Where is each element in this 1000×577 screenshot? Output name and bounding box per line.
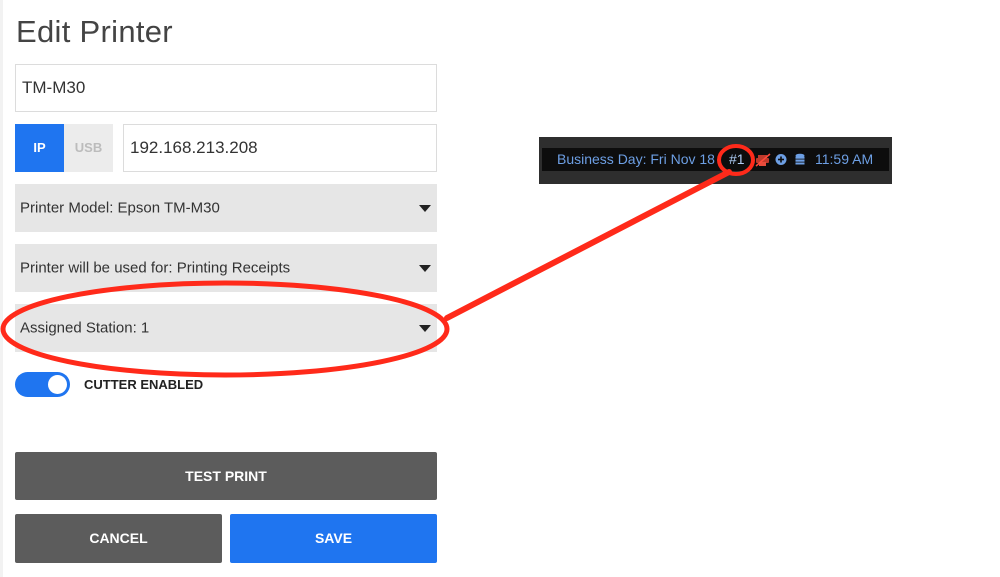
connection-ip-toggle[interactable]: IP	[15, 124, 64, 172]
chevron-down-icon	[419, 325, 431, 332]
status-bar: Business Day: Fri Nov 18 #1 11:59 AM	[539, 137, 892, 184]
assigned-station-label: Assigned Station: 1	[20, 319, 150, 337]
ip-address-value: 192.168.213.208	[130, 138, 258, 157]
assigned-station-select[interactable]: Assigned Station: 1	[15, 304, 437, 352]
station-number[interactable]: #1	[729, 148, 745, 171]
toggle-knob	[48, 375, 67, 394]
annotation-connector-line	[444, 169, 732, 321]
cutter-label: CUTTER ENABLED	[84, 377, 204, 392]
save-button[interactable]: SAVE	[230, 514, 437, 563]
edit-printer-panel: Edit Printer TM-M30 IP USB 192.168.213.2…	[0, 0, 452, 577]
test-print-button[interactable]: TEST PRINT	[15, 452, 437, 500]
business-day-text: Business Day: Fri Nov 18	[557, 151, 715, 167]
connection-usb-toggle[interactable]: USB	[64, 124, 113, 172]
cutter-toggle[interactable]	[15, 372, 70, 397]
ip-address-input[interactable]: 192.168.213.208	[123, 124, 437, 172]
printer-error-icon[interactable]	[755, 148, 771, 171]
panel-edge	[0, 0, 3, 577]
add-circle-icon[interactable]	[774, 148, 788, 171]
printer-name-input[interactable]: TM-M30	[15, 64, 437, 112]
status-bar-inner: Business Day: Fri Nov 18 #1 11:59 AM	[542, 148, 889, 171]
cancel-button[interactable]: CANCEL	[15, 514, 222, 563]
chevron-down-icon	[419, 265, 431, 272]
database-icon[interactable]	[794, 148, 806, 171]
page-title: Edit Printer	[16, 14, 173, 49]
printer-model-select[interactable]: Printer Model: Epson TM-M30	[15, 184, 437, 232]
printer-model-label: Printer Model: Epson TM-M30	[20, 199, 220, 217]
printer-usage-select[interactable]: Printer will be used for: Printing Recei…	[15, 244, 437, 292]
printer-usage-label: Printer will be used for: Printing Recei…	[20, 259, 291, 277]
clock-time: 11:59 AM	[815, 151, 874, 167]
printer-name-value: TM-M30	[22, 78, 86, 97]
chevron-down-icon	[419, 205, 431, 212]
